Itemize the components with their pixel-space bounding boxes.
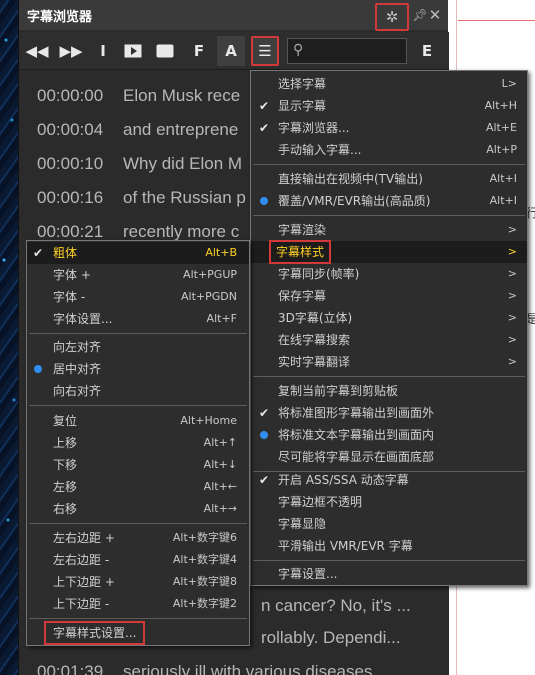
font-button[interactable]: F [185,36,213,66]
subtitle-row[interactable]: 00:00:16 of the Russian p [37,188,246,208]
check-icon: ✔ [258,473,270,487]
menu-item-overlay-output[interactable]: 覆盖/VMR/EVR输出(高品质) Alt+I [251,190,527,212]
subtitle-time: 00:00:00 [37,86,104,105]
search-box[interactable]: ⚲ [287,38,407,64]
menu-item-ass-ssa[interactable]: ✔ 开启 ASS/SSA 动态字幕 [251,469,527,491]
menu-item-3d-subtitle[interactable]: 3D字幕(立体) > [251,307,527,329]
menu-item-reset[interactable]: 复位 Alt+Home [27,410,249,432]
menu-item-opaque-border[interactable]: 字幕边框不透明 [251,491,527,513]
edit-button[interactable]: E [413,36,441,66]
menu-item-subtitle-browser[interactable]: ✔ 字幕浏览器... Alt+E [251,117,527,139]
search-icon: ⚲ [293,42,304,58]
check-icon: ✔ [258,121,270,135]
subtitle-row[interactable]: rollably. Dependi... [261,628,401,648]
play-box-icon[interactable] [119,36,147,66]
menu-item-style-settings[interactable]: 字幕样式设置... [27,621,249,645]
menu-item-hmargin-decrease[interactable]: 左右边距 - Alt+数字键4 [27,549,249,571]
subtitle-row[interactable]: 00:01:39 seriously ill with various disea… [37,662,372,675]
subtitle-time: 00:00:21 [37,222,104,241]
menu-item-vmargin-decrease[interactable]: 上下边距 - Alt+数字键2 [27,593,249,615]
radio-dot-icon [260,197,268,205]
subtitle-time: 00:00:04 [37,120,104,139]
radio-dot-icon [34,365,42,373]
menu-separator [29,618,247,619]
gear-icon[interactable]: ✲ [375,3,409,31]
subtitle-time: 00:00:10 [37,154,104,173]
subtitle-text: and entreprene [123,120,239,139]
menu-separator [253,560,525,561]
menu-separator [253,215,525,216]
menu-item-move-up[interactable]: 上移 Alt+↑ [27,432,249,454]
subtitle-row[interactable]: 00:00:00 Elon Musk rece [37,86,240,106]
menu-item-font-settings[interactable]: 字体设置... Alt+F [27,308,249,330]
menu-separator [29,523,247,524]
menu-item-manual-input[interactable]: 手动输入字幕... Alt+P [251,139,527,161]
subtitle-text: recently more c [123,222,240,241]
menu-item-toggle-visibility[interactable]: 字幕显隐 [251,513,527,535]
menu-item-move-right[interactable]: 右移 Alt+→ [27,498,249,520]
menu-separator [253,376,525,377]
subtitle-box-icon[interactable] [151,36,179,66]
check-icon: ✔ [258,99,270,113]
subtitle-style-submenu: ✔ 粗体 Alt+B 字体 + Alt+PGUP 字体 - Alt+PGDN 字体设置.… [26,240,250,646]
subtitle-text: of the Russian p [123,188,246,207]
menu-item-save-subtitle[interactable]: 保存字幕 > [251,285,527,307]
subtitle-context-menu: 选择字幕 L> ✔ 显示字幕 Alt+H ✔ 字幕浏览器... Alt+E 手动输入字幕.… [250,70,528,586]
check-icon: ✔ [258,406,270,420]
style-button[interactable]: A [217,36,245,66]
close-icon[interactable]: ✕ [424,4,446,26]
menu-item-subtitle-render[interactable]: 字幕渲染 > [251,219,527,241]
menu-item-copy-subtitle[interactable]: 复制当前字幕到剪贴板 [251,380,527,402]
menu-item-show-subtitle[interactable]: ✔ 显示字幕 Alt+H [251,95,527,117]
rewind-icon[interactable]: ◀◀ [23,36,51,66]
menu-item-online-search[interactable]: 在线字幕搜索 > [251,329,527,351]
menu-item-align-center[interactable]: 居中对齐 [27,358,249,380]
subtitle-text: seriously ill with various diseases [123,662,373,675]
subtitle-row[interactable]: 00:00:21 recently more c [37,222,239,242]
subtitle-text: rollably. Dependi... [261,628,401,647]
menu-item-move-down[interactable]: 下移 Alt+↓ [27,454,249,476]
menu-item-align-left[interactable]: 向左对齐 [27,336,249,358]
fast-forward-icon[interactable]: ▶▶ [57,36,85,66]
radio-dot-icon [260,431,268,439]
menu-separator [253,164,525,165]
document-underline [458,20,535,21]
menu-item-smooth-output[interactable]: 平滑输出 VMR/EVR 字幕 [251,535,527,557]
menu-item-vmargin-increase[interactable]: 上下边距 + Alt+数字键8 [27,571,249,593]
menu-item-hmargin-increase[interactable]: 左右边距 + Alt+数字键6 [27,527,249,549]
check-icon: ✔ [32,246,44,260]
subtitle-row[interactable]: 00:00:10 Why did Elon M [37,154,242,174]
menu-item-move-left[interactable]: 左移 Alt+← [27,476,249,498]
menu-separator [29,333,247,334]
menu-item-select-subtitle[interactable]: 选择字幕 L> [251,73,527,95]
menu-item-live-translate[interactable]: 实时字幕翻译 > [251,351,527,373]
menu-item-graphic-outside[interactable]: ✔ 将标准图形字幕输出到画面外 [251,402,527,424]
menu-item-subtitle-settings[interactable]: 字幕设置... [251,563,527,585]
menu-item-bold[interactable]: ✔ 粗体 Alt+B [27,242,249,264]
menu-item-bottom-display[interactable]: 尽可能将字幕显示在画面底部 [251,446,527,468]
subtitle-text: Elon Musk rece [123,86,241,105]
menu-item-font-increase[interactable]: 字体 + Alt+PGUP [27,264,249,286]
panel-toolbar: ◀◀ ▶▶ I F A ☰ ⚲ E [19,32,449,70]
subtitle-row[interactable]: 00:00:04 and entreprene [37,120,238,140]
subtitle-time: 00:01:39 [37,662,104,675]
menu-item-tv-output[interactable]: 直接输出在视频中(TV输出) Alt+I [251,168,527,190]
subtitle-text: Why did Elon M [123,154,243,173]
hamburger-menu-icon[interactable]: ☰ [251,36,279,66]
subtitle-row[interactable]: n cancer? No, it's ... [261,596,411,616]
menu-item-subtitle-sync[interactable]: 字幕同步(帧率) > [251,263,527,285]
menu-item-text-inside[interactable]: 将标准文本字幕输出到画面内 [251,424,527,446]
panel-titlebar[interactable]: 字幕浏览器 ✲ 📌︎ ✕ [19,0,448,31]
menu-item-align-right[interactable]: 向右对齐 [27,380,249,402]
subtitle-time: 00:00:16 [37,188,104,207]
menu-separator [29,405,247,406]
panel-title: 字幕浏览器 [27,9,93,25]
search-input[interactable] [310,41,404,61]
menu-item-subtitle-style[interactable]: 字幕样式 > [251,240,527,264]
subtitle-text: n cancer? No, it's ... [261,596,411,615]
text-cursor-icon[interactable]: I [89,36,117,66]
menu-item-font-decrease[interactable]: 字体 - Alt+PGDN [27,286,249,308]
